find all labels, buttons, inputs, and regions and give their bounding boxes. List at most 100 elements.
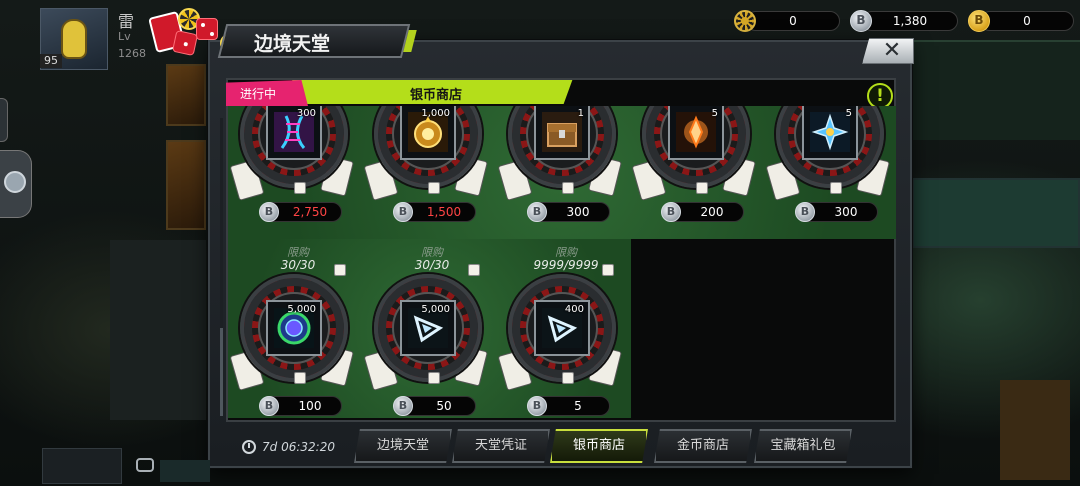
price-pill[interactable]: B 2,750 [259, 202, 342, 222]
bg-poster [166, 140, 206, 230]
window-title: 边境天堂 [254, 33, 331, 55]
dice-icon [294, 182, 306, 194]
price-pill[interactable]: B 300 [527, 202, 610, 222]
player-level-badge: 95 [40, 54, 62, 68]
dice-icon [830, 182, 842, 194]
item-icon-box: 1,000 [400, 106, 456, 160]
shop-item-flame-shard[interactable]: 5 B 200 [630, 106, 760, 232]
player-level-text: Lv [118, 30, 131, 43]
tab-treasure-pack[interactable]: 宝藏箱礼包 [754, 429, 852, 463]
bg-shop-stall [1000, 380, 1070, 480]
item-price: 5 [574, 399, 582, 413]
clock-icon [242, 440, 256, 454]
shop-header: 进行中 银币商店 [226, 80, 896, 106]
silver-coin-icon: B [661, 202, 681, 222]
dice-icon [171, 29, 199, 57]
item-grid: 300 B 2,750 1,000 B 1,500 1 B 300 5 B 20… [228, 106, 896, 418]
item-qty: 400 [564, 304, 584, 315]
tab-silver-shop[interactable]: 银币商店 [550, 429, 648, 463]
currency-silver[interactable]: 1,380 B [850, 10, 958, 32]
shop-item-blue-shuriken[interactable]: 5 B 300 [764, 106, 894, 232]
shop-item-golden-orb[interactable]: 1,000 B 1,500 [362, 106, 492, 232]
shop-item-crystal-triangle[interactable]: 限购 30/30 5,000 B 50 [362, 240, 492, 416]
item-price: 200 [700, 205, 724, 219]
silver-coin-icon: B [259, 202, 279, 222]
silver-coin-icon: B [393, 202, 413, 222]
silver-coin-icon: B [850, 10, 872, 32]
close-button[interactable]: ✕ [862, 38, 914, 64]
chip-icon [734, 10, 756, 32]
bg-building [912, 40, 1080, 140]
item-qty: 5,000 [287, 304, 316, 315]
item-qty: 5,000 [421, 304, 450, 315]
bg-poster [166, 64, 206, 126]
item-icon-box: 5,000 [266, 300, 322, 356]
dice-icon [696, 182, 708, 194]
limit-count: 9999/9999 [533, 258, 599, 272]
left-edge-tab[interactable] [0, 98, 8, 142]
dice-icon [294, 372, 306, 384]
item-icon-box: 5,000 [400, 300, 456, 356]
item-qty: 1 [577, 108, 584, 119]
flame-shard-icon [676, 112, 716, 152]
price-pill[interactable]: B 1,500 [393, 202, 476, 222]
price-pill[interactable]: B 50 [393, 396, 476, 416]
item-icon-box: 1 [534, 106, 590, 160]
window-title-banner: 边境天堂 [148, 8, 411, 62]
silver-coin-icon: B [527, 202, 547, 222]
dice-icon [562, 372, 574, 384]
social-button[interactable] [42, 448, 122, 484]
item-price: 50 [436, 399, 452, 413]
silver-coin-icon: B [259, 396, 279, 416]
shop-item-portal-orb[interactable]: 限购 30/30 5,000 B 100 [228, 240, 358, 416]
dice-icon [428, 182, 440, 194]
item-icon-box: 5 [802, 106, 858, 160]
limit-count: 30/30 [280, 258, 316, 272]
price-pill[interactable]: B 100 [259, 396, 342, 416]
item-qty: 1,000 [421, 108, 450, 119]
price-pill[interactable]: B 300 [795, 202, 878, 222]
item-price: 100 [298, 399, 322, 413]
item-icon-box: 300 [266, 106, 322, 160]
item-price: 2,750 [292, 205, 328, 219]
tab-gold-shop[interactable]: 金币商店 [654, 429, 752, 463]
gold-coin-icon: B [968, 10, 990, 32]
scrollbar-thumb[interactable] [220, 328, 223, 416]
chat-strip[interactable] [160, 460, 210, 482]
tab-paradise-voucher[interactable]: 天堂凭证 [452, 429, 550, 463]
shop-item-dna-helix[interactable]: 300 B 2,750 [228, 106, 358, 232]
currency-chip[interactable]: 0 [734, 10, 840, 32]
item-price: 300 [566, 205, 590, 219]
silver-coin-icon: B [393, 396, 413, 416]
currency-gold[interactable]: 0 B [968, 10, 1074, 32]
item-price: 300 [834, 205, 858, 219]
banana-icon [61, 19, 87, 59]
face-icon [4, 171, 26, 193]
silver-coin-icon: B [795, 202, 815, 222]
shop-item-crystal-triangle-small[interactable]: 限购 9999/9999 400 B 5 [496, 240, 626, 416]
shop-item-chest[interactable]: 1 B 300 [496, 106, 626, 232]
shop-title: 银币商店 [409, 88, 462, 103]
currency-silver-value: 1,380 [862, 11, 958, 31]
player-name: 雷 [118, 12, 135, 31]
event-timer: 7d 06:32:20 [262, 440, 335, 454]
price-pill[interactable]: B 5 [527, 396, 610, 416]
tab-border-paradise[interactable]: 边境天堂 [354, 429, 452, 463]
dice-icon [428, 372, 440, 384]
item-icon-box: 5 [668, 106, 724, 160]
item-qty: 5 [845, 108, 852, 119]
chat-icon[interactable] [136, 458, 154, 472]
silver-coin-icon: B [527, 396, 547, 416]
price-pill[interactable]: B 200 [661, 202, 744, 222]
item-qty: 300 [296, 108, 316, 119]
limit-count: 30/30 [414, 258, 450, 272]
status-badge: 进行中 [226, 80, 308, 106]
bg-sign [912, 178, 1080, 248]
dice-icon [196, 18, 218, 40]
left-side-button[interactable] [0, 150, 32, 218]
bg-wall [110, 240, 206, 420]
chest-icon [542, 112, 582, 152]
currency-chip-value: 0 [746, 11, 840, 31]
item-qty: 5 [711, 108, 718, 119]
player-id-text: 1268 [118, 47, 146, 60]
